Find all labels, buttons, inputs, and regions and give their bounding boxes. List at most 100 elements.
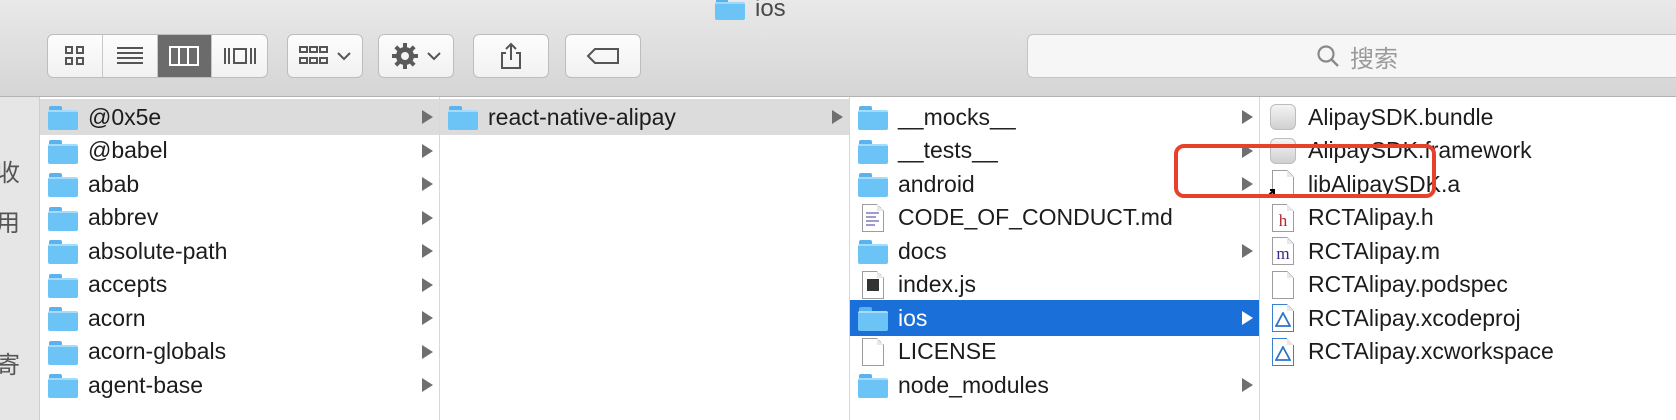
file-list-item[interactable]: RCTAlipay.xcodeproj: [1260, 300, 1676, 336]
document-icon: [862, 337, 884, 366]
gear-icon: [392, 43, 418, 69]
file-list-item[interactable]: index.js: [850, 267, 1259, 303]
gallery-icon: [223, 48, 256, 64]
header-file-icon: h: [1272, 203, 1294, 232]
grid-icon: [64, 46, 84, 65]
column-view-button[interactable]: [157, 35, 213, 77]
file-name: agent-base: [88, 371, 204, 398]
file-list-item[interactable]: agent-base: [40, 367, 439, 403]
file-name: __mocks__: [898, 103, 1016, 130]
file-list-item[interactable]: m RCTAlipay.m: [1260, 233, 1676, 269]
disclosure-arrow-icon: [422, 143, 433, 158]
folder-icon: [48, 206, 78, 231]
folder-icon: [48, 173, 78, 197]
file-list-item[interactable]: __mocks__: [850, 99, 1259, 135]
folder-icon: [48, 273, 78, 298]
file-list-item[interactable]: abbrev: [40, 200, 439, 236]
file-name: RCTAlipay.xcworkspace: [1308, 338, 1554, 364]
group-by-dropdown[interactable]: [287, 34, 363, 78]
file-list-item[interactable]: acorn-globals: [40, 334, 439, 370]
search-icon: [1317, 45, 1339, 67]
file-name: RCTAlipay.h: [1308, 204, 1434, 230]
file-list-item[interactable]: acorn: [40, 300, 439, 336]
folder-icon: [48, 307, 78, 331]
folder-icon: [48, 240, 78, 264]
file-name: node_modules: [898, 371, 1049, 398]
objc-file-icon: m: [1272, 237, 1294, 265]
folder-icon: [448, 106, 478, 130]
columns-icon: [169, 46, 200, 66]
file-name: LICENSE: [898, 338, 997, 364]
file-name: abbrev: [88, 204, 159, 230]
file-name: RCTAlipay.podspec: [1308, 271, 1508, 297]
browser-column-1[interactable]: @0x5e @babel abab abbrev absolute-path accept…: [40, 97, 440, 420]
folder-icon: [48, 340, 78, 365]
share-button[interactable]: [474, 35, 548, 77]
file-list-item[interactable]: LICENSE: [850, 334, 1259, 370]
action-dropdown[interactable]: [378, 34, 454, 78]
file-name: acorn: [88, 304, 146, 331]
file-name: accepts: [88, 271, 168, 297]
file-name: @0x5e: [88, 103, 162, 130]
file-list-item[interactable]: CODE_OF_CONDUCT.md: [850, 200, 1259, 236]
edit-tags-button[interactable]: [566, 35, 640, 77]
window-title-label: ios: [755, 0, 786, 22]
file-list-item[interactable]: ios: [850, 300, 1259, 336]
disclosure-arrow-icon: [422, 177, 433, 191]
file-list-item[interactable]: RCTAlipay.xcworkspace: [1260, 334, 1676, 370]
gallery-view-button[interactable]: [212, 35, 267, 77]
share-icon: [501, 42, 521, 69]
sidebar-item-label[interactable]: 收: [0, 153, 20, 188]
sidebar: 收 用 寄: [0, 97, 40, 420]
list-icon: [116, 47, 143, 64]
search-field[interactable]: 搜索: [1027, 34, 1676, 78]
browser-column-2[interactable]: react-native-alipay: [440, 97, 850, 420]
file-name: absolute-path: [88, 237, 228, 264]
document-icon: [1272, 270, 1294, 299]
disclosure-arrow-icon: [422, 311, 433, 325]
file-list-item[interactable]: @babel: [40, 133, 439, 169]
file-list-item[interactable]: h RCTAlipay.h: [1260, 200, 1676, 236]
folder-icon: [48, 139, 78, 164]
file-list-item[interactable]: docs: [850, 233, 1259, 269]
window-title: ios: [715, 0, 786, 24]
file-list-item[interactable]: AlipaySDK.bundle: [1260, 99, 1676, 135]
xcode-project-icon: [1272, 304, 1294, 332]
file-name: acorn-globals: [88, 338, 227, 364]
folder-icon: [715, 0, 745, 20]
highlight-annotation-box: [1174, 144, 1436, 198]
file-list-item[interactable]: @0x5e: [40, 99, 439, 135]
file-name: docs: [898, 237, 947, 264]
file-list-item[interactable]: react-native-alipay: [440, 99, 849, 135]
file-name: abab: [88, 170, 140, 197]
search-placeholder: 搜索: [1350, 45, 1398, 73]
disclosure-arrow-icon: [1242, 110, 1253, 124]
group-grid-icon: [299, 46, 328, 64]
disclosure-arrow-icon: [422, 277, 433, 292]
file-name: ios: [898, 304, 928, 331]
disclosure-arrow-icon: [422, 344, 433, 359]
file-name: android: [898, 170, 975, 197]
text-document-icon: [862, 203, 884, 232]
disclosure-arrow-icon: [422, 210, 433, 225]
disclosure-arrow-icon: [1242, 244, 1253, 258]
file-name: AlipaySDK.bundle: [1308, 103, 1494, 130]
chevron-down-icon: [427, 52, 441, 61]
view-mode-segmented-control: [47, 34, 268, 78]
file-list-item[interactable]: node_modules: [850, 367, 1259, 403]
sidebar-item-label[interactable]: 用: [0, 203, 20, 238]
file-list-item[interactable]: abab: [40, 166, 439, 202]
file-list-item[interactable]: RCTAlipay.podspec: [1260, 267, 1676, 303]
icon-view-button[interactable]: [48, 35, 103, 77]
list-view-button[interactable]: [103, 35, 158, 77]
disclosure-arrow-icon: [422, 244, 433, 258]
file-list-item[interactable]: accepts: [40, 267, 439, 303]
folder-icon: [858, 240, 888, 264]
group-by-button[interactable]: [288, 35, 362, 77]
action-button[interactable]: [379, 35, 453, 77]
folder-icon: [858, 307, 888, 331]
share-button-group: [473, 34, 549, 78]
window-toolbar: ios 搜索: [0, 0, 1676, 97]
sidebar-item-label[interactable]: 寄: [0, 345, 20, 380]
file-list-item[interactable]: absolute-path: [40, 233, 439, 269]
